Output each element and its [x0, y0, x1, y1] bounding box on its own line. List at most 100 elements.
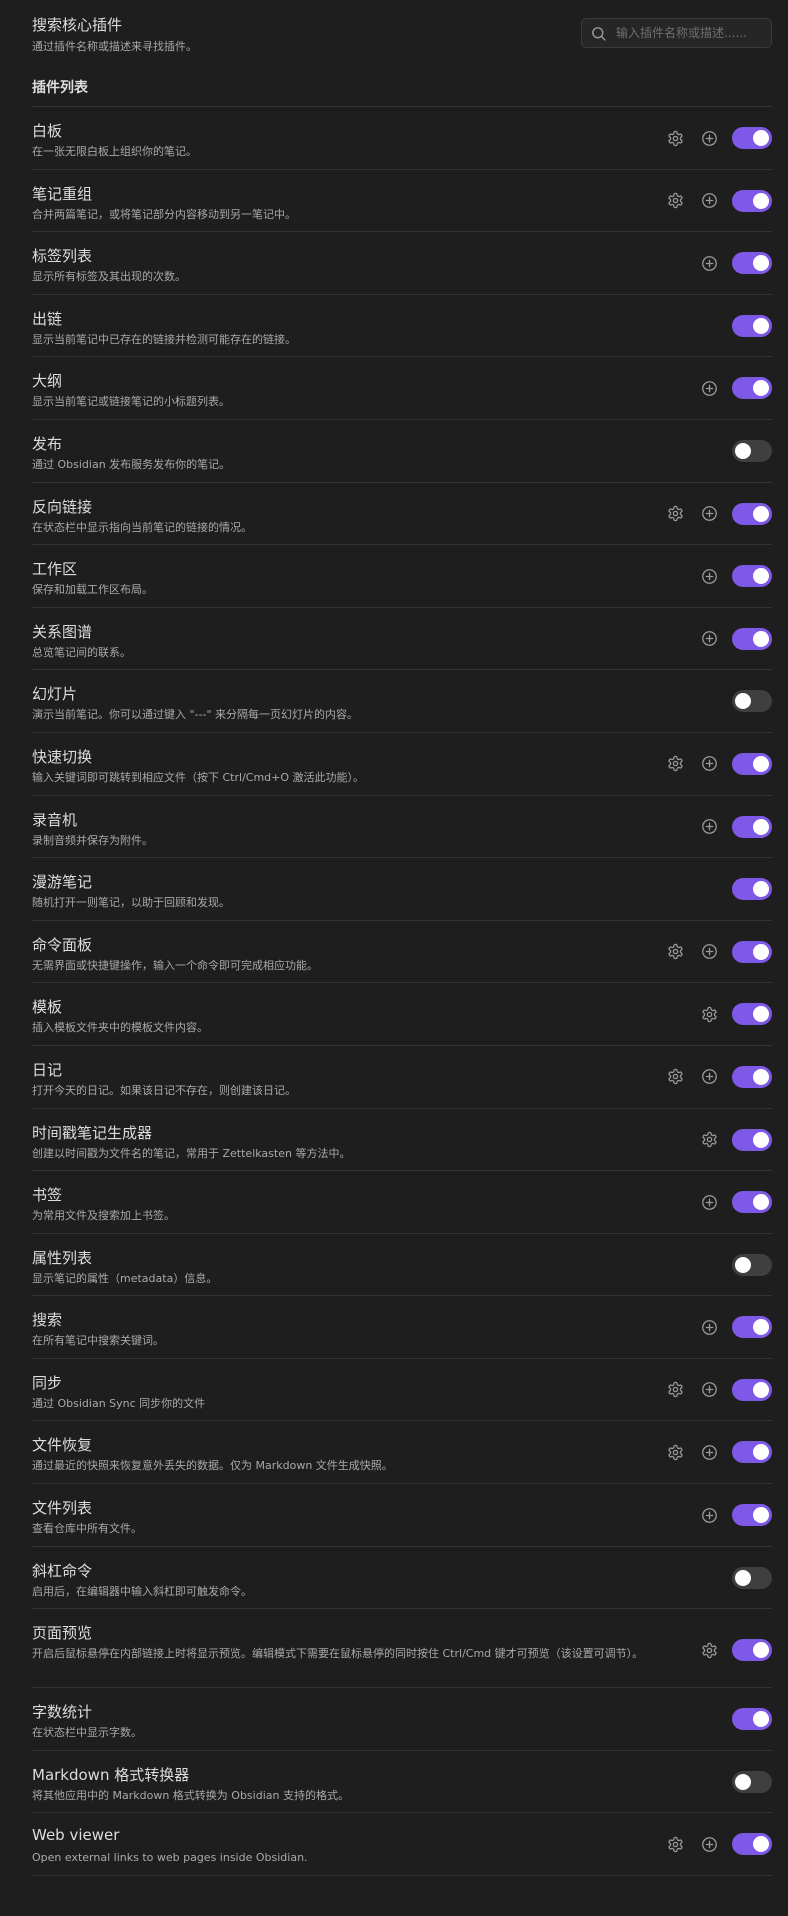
plugin-name: 书签: [32, 1186, 63, 1205]
gear-icon[interactable]: [664, 503, 686, 525]
plugin-enable-toggle[interactable]: [732, 565, 772, 588]
plugin-row: 时间戳笔记生成器创建以时间戳为文件名的笔记，常用于 Zettelkasten 等…: [32, 1109, 772, 1172]
plugin-enable-toggle[interactable]: [732, 1191, 772, 1214]
plugin-enable-toggle[interactable]: [732, 1316, 772, 1339]
plugin-enable-toggle[interactable]: [732, 189, 772, 212]
gear-icon[interactable]: [698, 1003, 720, 1025]
plus-circle-icon[interactable]: [698, 503, 720, 525]
plugin-enable-toggle[interactable]: [732, 377, 772, 400]
plugin-name: 斜杠命令: [32, 1561, 93, 1580]
plugin-enable-toggle[interactable]: [732, 1128, 772, 1151]
plugin-enable-toggle[interactable]: [732, 1708, 772, 1731]
plugin-row: 模板 插入模板文件夹中的模板文件内容。: [32, 983, 772, 1046]
plugin-controls: [732, 1708, 772, 1731]
plugin-description: 合并两篇笔记，或将笔记部分内容移动到另一笔记中。: [32, 207, 296, 221]
plus-circle-icon[interactable]: [698, 1316, 720, 1338]
plugin-row: 文件列表查看仓库中所有文件。: [32, 1484, 772, 1547]
plugin-name: 属性列表: [32, 1248, 93, 1267]
plus-circle-icon[interactable]: [698, 628, 720, 650]
plugin-controls: [732, 1253, 772, 1276]
plus-circle-icon[interactable]: [698, 941, 720, 963]
plugin-enable-toggle[interactable]: [732, 940, 772, 963]
plugin-name: 幻灯片: [32, 685, 78, 704]
search-input[interactable]: [616, 24, 766, 42]
plus-circle-icon[interactable]: [698, 190, 720, 212]
gear-icon[interactable]: [664, 1379, 686, 1401]
plugin-controls: [664, 189, 772, 212]
plugin-description: 无需界面或快捷键操作，输入一个命令即可完成相应功能。: [32, 958, 318, 972]
gear-icon[interactable]: [664, 190, 686, 212]
plugin-row: 发布 通过 Obsidian 发布服务发布你的笔记。: [32, 420, 772, 483]
plugin-description: 保存和加载工作区布局。: [32, 583, 153, 597]
plus-circle-icon[interactable]: [698, 252, 720, 274]
toggle-knob: [753, 1711, 769, 1728]
plus-circle-icon[interactable]: [698, 753, 720, 775]
plugin-name: 页面预览: [32, 1624, 93, 1643]
plugin-enable-toggle[interactable]: [732, 1378, 772, 1401]
plugin-row: 斜杠命令 启用后，在编辑器中输入斜杠即可触发命令。: [32, 1547, 772, 1610]
toggle-knob: [753, 630, 769, 647]
plugin-enable-toggle[interactable]: [732, 1441, 772, 1464]
plugin-enable-toggle[interactable]: [732, 815, 772, 838]
plugin-enable-toggle[interactable]: [732, 627, 772, 650]
plugin-description: 总览笔记间的联系。: [32, 645, 131, 659]
plugin-row: 字数统计 在状态栏中显示字数。: [32, 1688, 772, 1751]
plugin-enable-toggle[interactable]: [732, 1003, 772, 1026]
toggle-knob: [753, 568, 769, 585]
plus-circle-icon[interactable]: [698, 1504, 720, 1526]
plus-circle-icon[interactable]: [698, 1191, 720, 1213]
plugin-enable-toggle[interactable]: [732, 1566, 772, 1589]
plus-circle-icon[interactable]: [698, 127, 720, 149]
plus-circle-icon[interactable]: [698, 377, 720, 399]
plus-circle-icon[interactable]: [698, 816, 720, 838]
plus-circle-icon[interactable]: [698, 1379, 720, 1401]
gear-icon[interactable]: [664, 1066, 686, 1088]
plugin-controls: [698, 1191, 772, 1214]
gear-icon[interactable]: [664, 1441, 686, 1463]
gear-icon[interactable]: [698, 1639, 720, 1661]
search-icon: [592, 27, 606, 41]
plugin-controls: [698, 1128, 772, 1151]
plugin-name: 时间戳笔记生成器: [32, 1123, 153, 1142]
plugin-description: 查看仓库中所有文件。: [32, 1522, 142, 1536]
plugin-enable-toggle[interactable]: [732, 314, 772, 337]
plugin-list-heading: 插件列表: [32, 62, 772, 107]
plus-circle-icon[interactable]: [698, 1833, 720, 1855]
plugin-description: 通过最近的快照来恢复意外丢失的数据。仅为 Markdown 文件生成快照。: [32, 1459, 393, 1473]
plugin-enable-toggle[interactable]: [732, 439, 772, 462]
plugin-controls: [664, 940, 772, 963]
search-box[interactable]: [581, 18, 772, 48]
plus-circle-icon[interactable]: [698, 565, 720, 587]
plugin-name: 录音机: [32, 810, 78, 829]
plugin-controls: [698, 1003, 772, 1026]
plugin-enable-toggle[interactable]: [732, 502, 772, 525]
plugin-name: 文件列表: [32, 1499, 93, 1518]
plugin-description: 开启后鼠标悬停在内部链接上时将显示预览。编辑模式下需要在鼠标悬停的同时按住 Ct…: [32, 1647, 644, 1661]
gear-icon[interactable]: [664, 127, 686, 149]
gear-icon[interactable]: [664, 941, 686, 963]
plugin-description: 创建以时间戳为文件名的笔记，常用于 Zettelkasten 等方法中。: [32, 1146, 351, 1160]
plugin-description: 显示当前笔记中已存在的链接并检测可能存在的链接。: [32, 332, 296, 346]
plugin-name: 白板: [32, 122, 63, 140]
plugin-controls: [698, 252, 772, 275]
plugin-controls: [664, 1833, 772, 1856]
plugin-enable-toggle[interactable]: [732, 1065, 772, 1088]
gear-icon[interactable]: [664, 753, 686, 775]
plugin-enable-toggle[interactable]: [732, 1770, 772, 1793]
plugin-enable-toggle[interactable]: [732, 1253, 772, 1276]
gear-icon[interactable]: [664, 1833, 686, 1855]
plugin-enable-toggle[interactable]: [732, 690, 772, 713]
plugin-description: 显示笔记的属性（metadata）信息。: [32, 1271, 218, 1285]
plus-circle-icon[interactable]: [698, 1066, 720, 1088]
plugin-enable-toggle[interactable]: [732, 878, 772, 901]
plugin-name: 快速切换: [32, 747, 93, 766]
plugin-enable-toggle[interactable]: [732, 127, 772, 149]
plugin-enable-toggle[interactable]: [732, 752, 772, 775]
gear-icon[interactable]: [698, 1129, 720, 1151]
plugin-enable-toggle[interactable]: [732, 252, 772, 275]
plugin-description: 输入关键词即可跳转到相应文件（按下 Ctrl/Cmd+O 激活此功能）。: [32, 770, 365, 784]
plugin-enable-toggle[interactable]: [732, 1639, 772, 1662]
plugin-enable-toggle[interactable]: [732, 1504, 772, 1527]
plugin-enable-toggle[interactable]: [732, 1833, 772, 1856]
plus-circle-icon[interactable]: [698, 1441, 720, 1463]
